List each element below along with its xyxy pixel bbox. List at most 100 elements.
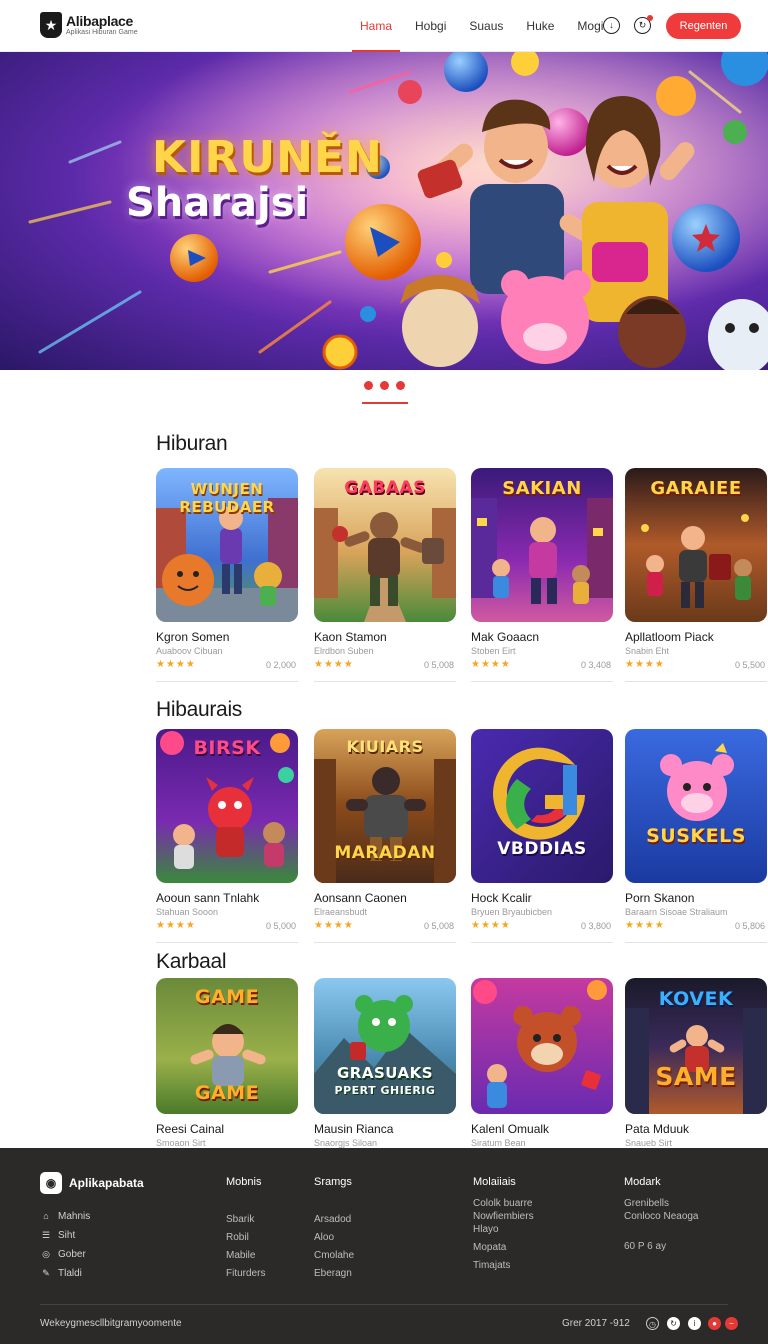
game-title[interactable]: Kalenl Omualk	[471, 1122, 613, 1136]
game-card[interactable]: GRASUAKS PPERT GHIERIG Mausin Rianca Sna…	[314, 978, 456, 1148]
footer-link[interactable]: Conloco Neaoga	[624, 1211, 699, 1222]
minus-icon[interactable]: −	[725, 1317, 738, 1330]
game-thumbnail[interactable]: GAME GAME	[156, 978, 298, 1114]
hero-title-line1: KIRUNĚN	[152, 132, 383, 183]
nav-item-5[interactable]: Mogi	[577, 0, 603, 52]
notification-badge	[647, 15, 653, 21]
thumbnail-art-text: GABAAS	[344, 478, 426, 498]
footer-link[interactable]: Fiturders	[226, 1268, 265, 1279]
footer-link[interactable]: Cmolahe	[314, 1250, 354, 1261]
carousel-dot-3[interactable]	[396, 381, 405, 390]
game-title[interactable]: Kaon Stamon	[314, 630, 456, 644]
section-title-1: Hiburan	[156, 432, 228, 455]
game-title[interactable]: Aonsann Caonen	[314, 891, 456, 905]
footer-link[interactable]: Hlayo	[473, 1224, 534, 1235]
info-icon[interactable]: i	[688, 1317, 701, 1330]
register-button[interactable]: Regenten	[666, 13, 741, 39]
footer-link[interactable]: Grenibells	[624, 1198, 699, 1209]
notification-icon[interactable]: ↻	[634, 15, 653, 34]
nav-item-home[interactable]: Hama	[351, 0, 401, 52]
download-count: 0 3,800	[580, 921, 611, 931]
game-publisher: Elrdbon Suben	[314, 646, 374, 656]
thumbnail-art-text: WUNJEN REBUDAER	[179, 480, 275, 516]
hero-artwork	[0, 52, 768, 370]
game-thumbnail[interactable]: VBDDIAS	[471, 729, 613, 883]
nav-item-2[interactable]: Hobgi	[415, 0, 446, 52]
thumbnail-art-text: KOVEK	[658, 988, 734, 1010]
download-icon[interactable]: ↓	[603, 17, 620, 34]
game-thumbnail[interactable]	[471, 978, 613, 1114]
hero-banner[interactable]: KIRUNĚN Sharajsi	[0, 52, 768, 370]
carousel-dot-2[interactable]	[380, 381, 389, 390]
card-divider	[314, 681, 456, 682]
thumbnail-art-text: GRASUAKS	[336, 1064, 434, 1082]
refresh-icon[interactable]: ↻	[667, 1317, 680, 1330]
game-card[interactable]: SAKIAN Mak Goaacn Stoben Eirt ★★★★ 0 3,4…	[471, 468, 613, 682]
game-title[interactable]: Aooun sann Tnlahk	[156, 891, 298, 905]
game-title[interactable]: Mausin Rianca	[314, 1122, 456, 1136]
footer-link-home[interactable]: ⌂ Mahnis	[40, 1210, 90, 1222]
card-divider	[625, 681, 767, 682]
rating-stars: ★★★★	[156, 920, 196, 931]
game-title[interactable]: Apllatloom Piack	[625, 630, 767, 644]
game-thumbnail[interactable]: GABAAS	[314, 468, 456, 622]
footer-link[interactable]: Timajats	[473, 1260, 534, 1271]
site-footer: ◉ Aplikapabata ⌂ Mahnis ☰ Siht ◎ Gober ✎ Tla…	[0, 1148, 768, 1344]
game-thumbnail[interactable]: BIRSK	[156, 729, 298, 883]
game-thumbnail[interactable]: GRASUAKS PPERT GHIERIG	[314, 978, 456, 1114]
game-title[interactable]: Reesi Cainal	[156, 1122, 298, 1136]
game-card[interactable]: VBDDIAS Hock Kcalir Bryuen Bryaubicben ★…	[471, 729, 613, 943]
game-thumbnail[interactable]: KIUIARS MARADAN	[314, 729, 456, 883]
thumbnail-art-text: GAME	[194, 986, 260, 1008]
footer-link[interactable]: Arsadod	[314, 1214, 354, 1225]
game-card[interactable]: WUNJEN REBUDAER Kgron Somen Auaboov Cibu…	[156, 468, 298, 682]
footer-column-heading: Molaiiais	[473, 1176, 516, 1188]
thumbnail-art-text: KIUIARS	[346, 737, 424, 756]
game-card[interactable]: BIRSK Aooun sann Tnlahk Stahuan Sooon ★★…	[156, 729, 298, 943]
record-icon[interactable]: ●	[708, 1317, 721, 1330]
game-card[interactable]: GARAIEE Apllatloom Piack Snabin Eht ★★★★…	[625, 468, 767, 682]
footer-column-4: Modark Grenibells Conloco Neaoga 60 P 6 …	[624, 1176, 699, 1259]
footer-link[interactable]: Cololk buarre	[473, 1198, 534, 1209]
footer-link[interactable]: Mabile	[226, 1250, 265, 1261]
game-card[interactable]: KIUIARS MARADAN Aonsann Caonen Elraeansb…	[314, 729, 456, 943]
footer-brand: Aplikapabata	[69, 1176, 144, 1190]
footer-link-list[interactable]: ☰ Siht	[40, 1229, 75, 1241]
brand-logo[interactable]: ★ Alibaplace Aplikasi Hiburan Game	[40, 12, 138, 38]
footer-link[interactable]: Nowfiembiers	[473, 1211, 534, 1222]
chat-icon: ✎	[42, 1268, 50, 1278]
footer-link[interactable]: Mopata	[473, 1242, 534, 1253]
footer-link[interactable]: Aloo	[314, 1232, 354, 1243]
list-icon: ☰	[41, 1230, 51, 1240]
footer-link[interactable]: Robil	[226, 1232, 265, 1243]
section-title-3: Karbaal	[156, 950, 227, 973]
game-title[interactable]: Mak Goaacn	[471, 630, 613, 644]
game-card[interactable]: SUSKELS Porn Skanon Baraarn Sisoae Stral…	[625, 729, 767, 943]
nav-item-4[interactable]: Huke	[526, 0, 554, 52]
game-card[interactable]: KOVEK SAME Pata Mduuk Snaueb Sirt	[625, 978, 767, 1148]
clock-icon[interactable]: ◷	[646, 1317, 659, 1330]
logo-tagline: Aplikasi Hiburan Game	[66, 29, 138, 36]
thumbnail-art-text: GARAIEE	[650, 478, 742, 499]
footer-link-chat[interactable]: ✎ Tlaldi	[40, 1267, 82, 1279]
footer-logo[interactable]: ◉ Aplikapabata	[40, 1172, 144, 1194]
game-card[interactable]: GAME GAME Reesi Cainal Smoaon Sirt	[156, 978, 298, 1148]
game-title[interactable]: Porn Skanon	[625, 891, 767, 905]
game-thumbnail[interactable]: WUNJEN REBUDAER	[156, 468, 298, 622]
footer-link[interactable]: Sbarik	[226, 1214, 265, 1225]
game-thumbnail[interactable]: KOVEK SAME	[625, 978, 767, 1114]
game-title[interactable]: Hock Kcalir	[471, 891, 613, 905]
footer-link-target[interactable]: ◎ Gober	[40, 1248, 86, 1260]
game-title[interactable]: Pata Mduuk	[625, 1122, 767, 1136]
game-thumbnail[interactable]: SUSKELS	[625, 729, 767, 883]
game-publisher: Snaorgjs Siloan	[314, 1138, 378, 1148]
carousel-dot-1[interactable]	[364, 381, 373, 390]
game-thumbnail[interactable]: SAKIAN	[471, 468, 613, 622]
game-card[interactable]: GABAAS Kaon Stamon Elrdbon Suben ★★★★ 0 …	[314, 468, 456, 682]
game-card[interactable]: Kalenl Omualk Siratum Bean	[471, 978, 613, 1148]
footer-tagline: Wekeygmescllbitgramyoomente	[40, 1318, 182, 1329]
footer-link[interactable]: Eberagn	[314, 1268, 354, 1279]
game-title[interactable]: Kgron Somen	[156, 630, 298, 644]
game-thumbnail[interactable]: GARAIEE	[625, 468, 767, 622]
nav-item-3[interactable]: Suaus	[469, 0, 503, 52]
